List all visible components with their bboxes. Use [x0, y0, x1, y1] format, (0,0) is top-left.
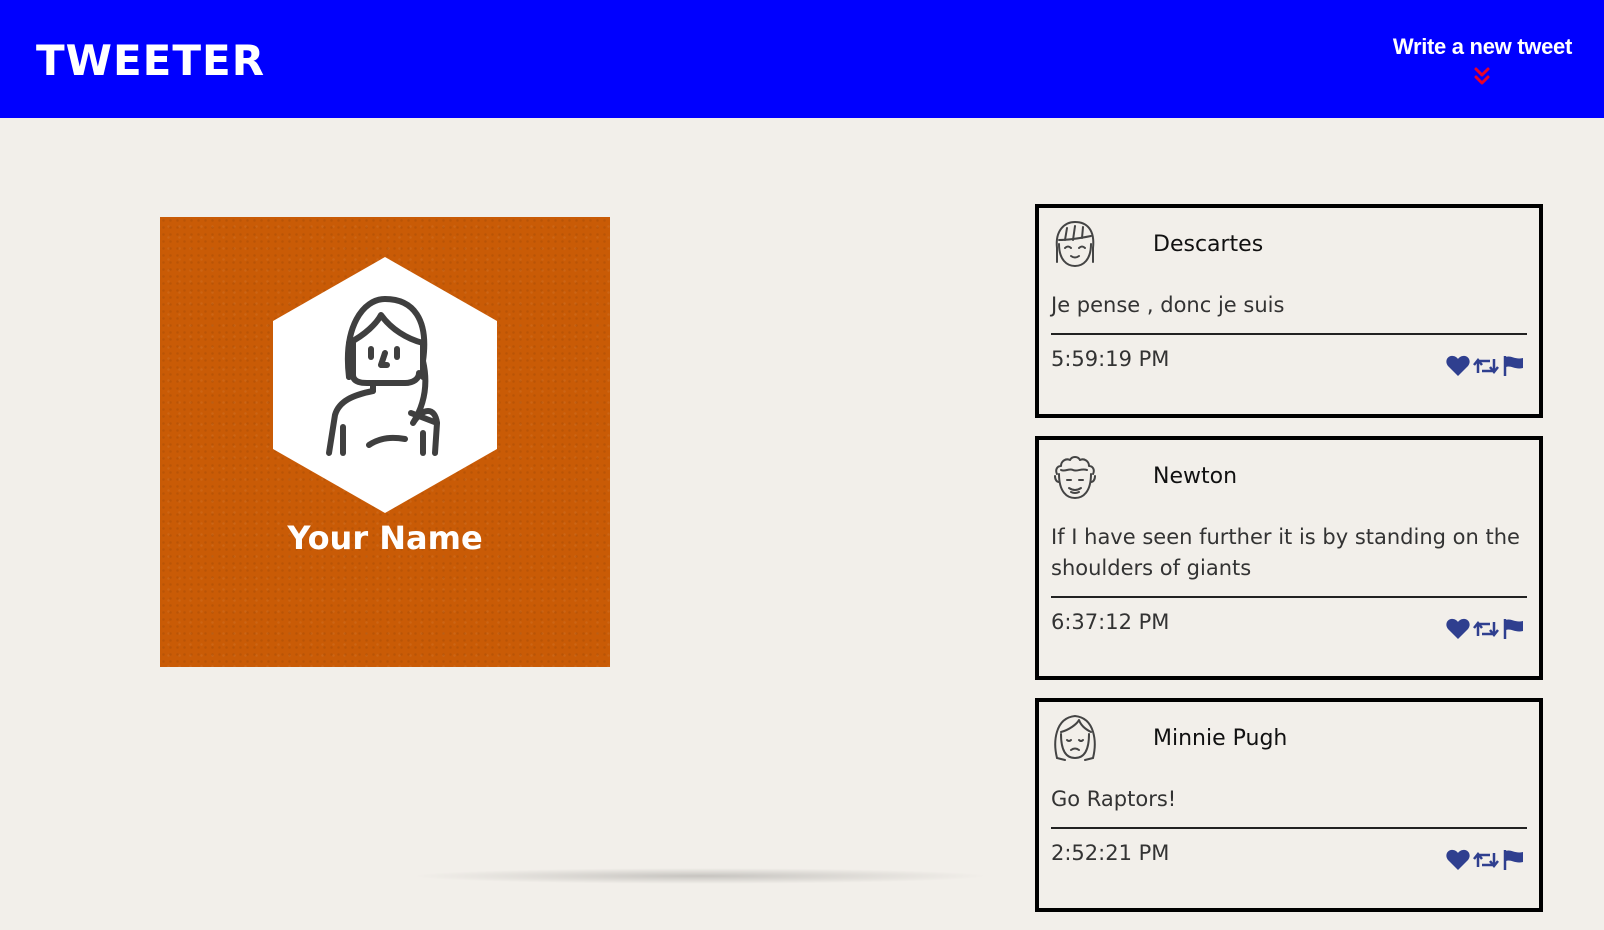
tweet-author[interactable]: Newton — [1153, 464, 1237, 489]
retweet-icon[interactable] — [1473, 849, 1499, 871]
tweet-text: Je pense , donc je suis — [1051, 280, 1527, 335]
flag-icon[interactable] — [1501, 849, 1527, 871]
tweet-text: Go Raptors! — [1051, 774, 1527, 829]
flag-icon[interactable] — [1501, 618, 1527, 640]
tweet-text: If I have seen further it is by standing… — [1051, 512, 1527, 598]
retweet-icon[interactable] — [1473, 355, 1499, 377]
compose-panel-shadow — [410, 868, 990, 884]
flag-icon[interactable] — [1501, 355, 1527, 377]
tweet-author[interactable]: Minnie Pugh — [1153, 726, 1287, 751]
profile-name: Your Name — [287, 519, 483, 557]
tweet-timestamp: 6:37:12 PM — [1051, 610, 1170, 634]
tweet-actions — [1445, 355, 1527, 377]
double-chevron-down-icon[interactable] — [1473, 66, 1491, 88]
write-tweet-label: Write a new tweet — [1392, 34, 1572, 59]
tweet-timestamp: 5:59:19 PM — [1051, 347, 1170, 371]
face-long-hair-icon — [1054, 715, 1096, 761]
tweet-timestamp: 2:52:21 PM — [1051, 841, 1170, 865]
write-tweet-toggle[interactable]: Write a new tweet — [1393, 34, 1572, 88]
face-curly-hair-icon — [1054, 456, 1096, 499]
heart-icon[interactable] — [1445, 355, 1471, 377]
tweet-list: Descartes Je pense , donc je suis 5:59:1… — [1035, 204, 1543, 930]
top-nav: TWEETER Write a new tweet — [0, 0, 1604, 118]
tweet-actions — [1445, 849, 1527, 871]
heart-icon[interactable] — [1445, 618, 1471, 640]
heart-icon[interactable] — [1445, 849, 1471, 871]
tweet-card: Minnie Pugh Go Raptors! 2:52:21 PM — [1035, 698, 1543, 912]
face-bangs-icon — [1055, 221, 1095, 267]
brand-logo[interactable]: TWEETER — [36, 36, 265, 85]
retweet-icon[interactable] — [1473, 618, 1499, 640]
person-hexagon-icon — [273, 257, 497, 513]
profile-card: Your Name — [160, 217, 610, 667]
tweet-author[interactable]: Descartes — [1153, 232, 1263, 257]
tweet-card: Descartes Je pense , donc je suis 5:59:1… — [1035, 204, 1543, 418]
tweet-actions — [1445, 618, 1527, 640]
tweet-card: Newton If I have seen further it is by s… — [1035, 436, 1543, 680]
